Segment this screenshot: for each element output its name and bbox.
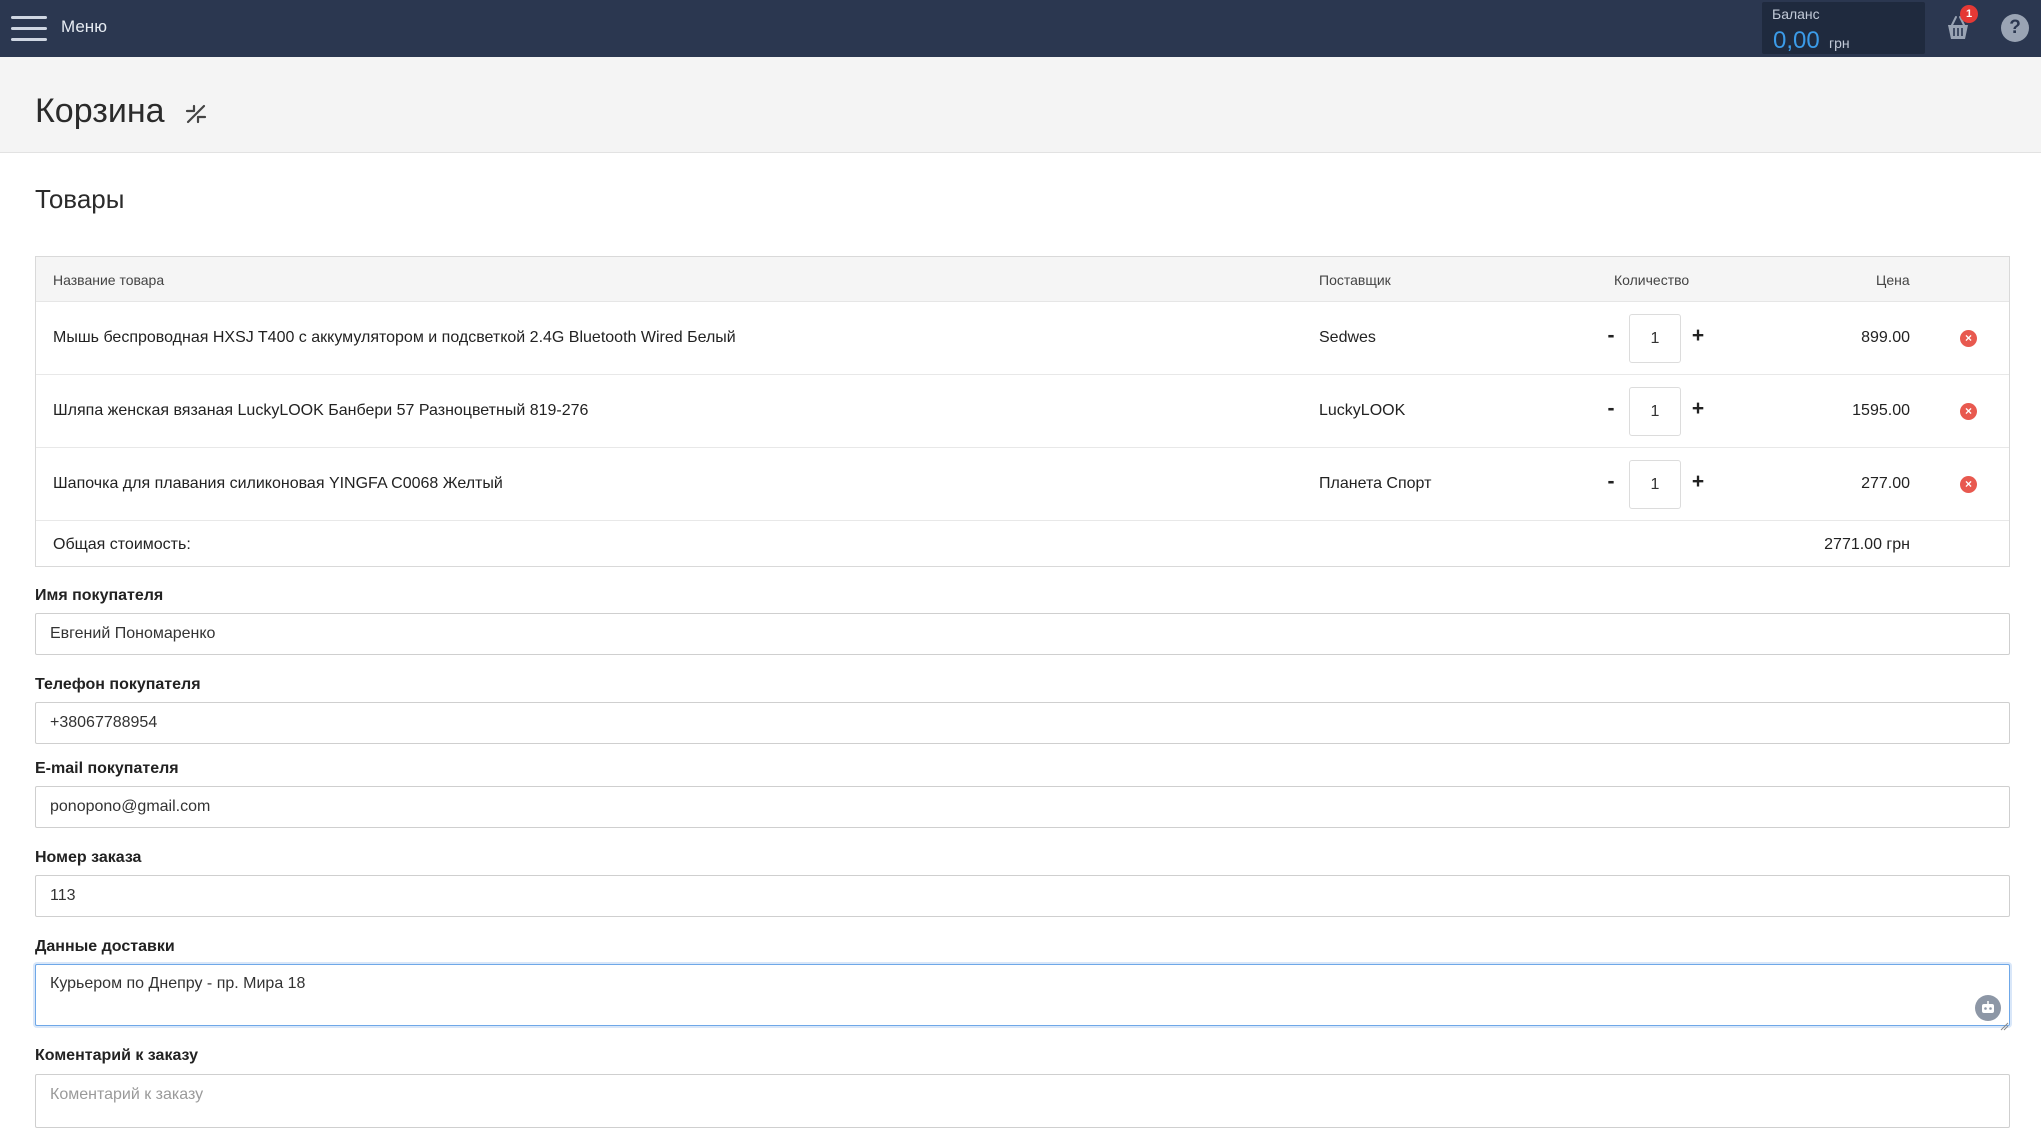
buyer-email-input[interactable]: ponopono@gmail.com (35, 786, 2010, 828)
menu-label[interactable]: Меню (61, 17, 107, 37)
product-name: Шляпа женская вязаная LuckyLOOK Банбери … (53, 402, 589, 419)
section-title-products: Товары (35, 184, 125, 214)
column-header-price: Цена (1876, 272, 1910, 288)
balance-widget[interactable]: Баланс 0,00 грн (1762, 2, 1925, 54)
table-row: Мышь беспроводная HXSJ T400 с аккумулято… (36, 302, 2009, 375)
cart-count-badge: 1 (1960, 5, 1978, 23)
order-comment-input[interactable]: Коментарий к заказу (35, 1074, 2010, 1128)
buyer-phone-input[interactable]: +38067788954 (35, 702, 2010, 744)
quantity-increase-button[interactable]: + (1688, 470, 1708, 494)
hamburger-menu-icon[interactable] (11, 16, 47, 42)
quantity-decrease-button[interactable]: - (1601, 470, 1621, 494)
help-icon[interactable]: ? (2001, 14, 2029, 42)
quantity-increase-button[interactable]: + (1688, 324, 1708, 348)
page-title: Корзина (35, 92, 165, 130)
column-header-name: Название товара (53, 272, 165, 288)
product-supplier: Планета Спорт (1319, 475, 1432, 492)
top-navbar: Меню Баланс 0,00 грн 1 ? (0, 0, 2041, 57)
product-supplier: Sedwes (1319, 329, 1376, 346)
buyer-name-label: Имя покупателя (35, 587, 164, 604)
delivery-label: Данные доставки (35, 938, 175, 955)
column-header-supplier: Поставщик (1319, 272, 1391, 288)
remove-item-icon[interactable]: × (1960, 476, 1977, 493)
buyer-phone-label: Телефон покупателя (35, 676, 201, 693)
balance-title: Баланс (1772, 6, 1820, 22)
table-row: Шляпа женская вязаная LuckyLOOK Банбери … (36, 375, 2009, 448)
order-number-input[interactable]: 113 (35, 875, 2010, 917)
product-name: Мышь беспроводная HXSJ T400 с аккумулято… (53, 329, 736, 346)
textarea-resize-handle[interactable] (2000, 1018, 2009, 1031)
product-price: 1595.00 (1852, 402, 1910, 419)
product-supplier: LuckyLOOK (1319, 402, 1406, 419)
order-number-label: Номер заказа (35, 849, 142, 866)
total-row: Общая стоимость: 2771.00 грн (36, 521, 2009, 568)
buyer-email-label: E-mail покупателя (35, 760, 179, 777)
quantity-input[interactable]: 1 (1629, 314, 1681, 363)
product-price: 277.00 (1861, 475, 1910, 492)
quantity-decrease-button[interactable]: - (1601, 324, 1621, 348)
cart-table: Название товара Поставщик Количество Цен… (35, 256, 2010, 567)
delivery-textarea[interactable]: Курьером по Днепру - пр. Мира 18 (35, 964, 2010, 1026)
quantity-input[interactable]: 1 (1629, 387, 1681, 436)
discount-toggle-icon[interactable] (183, 101, 209, 127)
balance-value: 0,00 (1773, 27, 1820, 54)
total-value: 2771.00 грн (1824, 536, 1910, 553)
page-header: Корзина (0, 57, 2041, 153)
column-header-quantity: Количество (1614, 272, 1690, 288)
total-label: Общая стоимость: (53, 536, 191, 553)
quantity-decrease-button[interactable]: - (1601, 397, 1621, 421)
quantity-increase-button[interactable]: + (1688, 397, 1708, 421)
table-row: Шапочка для плавания силиконовая YINGFA … (36, 448, 2009, 521)
balance-currency: грн (1829, 35, 1850, 51)
table-header: Название товара Поставщик Количество Цен… (36, 257, 2009, 302)
order-comment-label: Коментарий к заказу (35, 1047, 198, 1064)
remove-item-icon[interactable]: × (1960, 403, 1977, 420)
product-name: Шапочка для плавания силиконовая YINGFA … (53, 475, 503, 492)
quantity-input[interactable]: 1 (1629, 460, 1681, 509)
remove-item-icon[interactable]: × (1960, 330, 1977, 347)
buyer-name-input[interactable]: Евгений Пономаренко (35, 613, 2010, 655)
assistant-bot-icon[interactable] (1975, 995, 2001, 1021)
product-price: 899.00 (1861, 329, 1910, 346)
